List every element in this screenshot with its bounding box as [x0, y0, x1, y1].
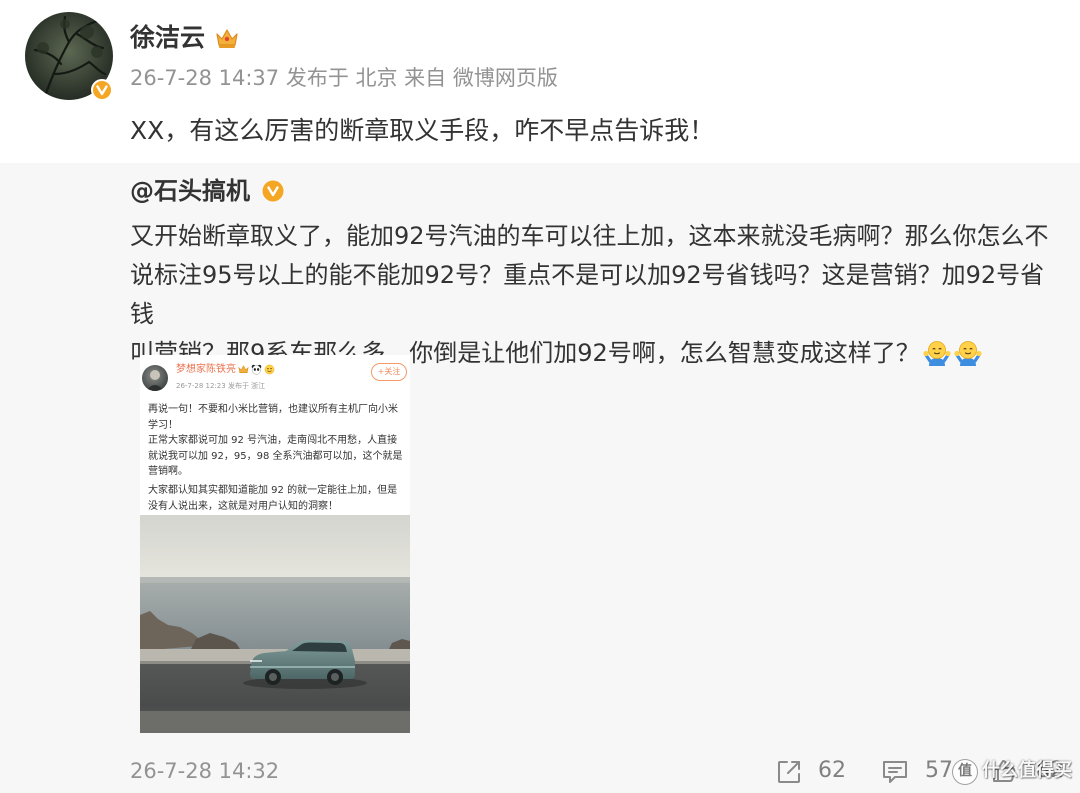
- post-author-name[interactable]: 徐洁云: [130, 22, 205, 54]
- comment-button[interactable]: [880, 758, 910, 786]
- comment-count[interactable]: 57: [925, 757, 953, 785]
- watermark-logo: 值: [952, 759, 978, 785]
- retweet-text-line: 说标注95号以上的能不能加92号？重点不是可以加92号省钱吗？这是营销？加92号…: [130, 261, 1045, 328]
- crown-icon: [214, 26, 240, 50]
- smiley-icon: [264, 364, 275, 375]
- car-photo: [140, 515, 410, 733]
- embedded-text-line: 再说一句！不要和小米比营销，也建议所有主机厂向小米: [148, 404, 398, 415]
- embedded-author-row: 梦想家陈铁亮: [176, 363, 275, 377]
- crown-icon: [238, 365, 249, 373]
- shrug-emoji-icon: [954, 341, 982, 366]
- retweet-card[interactable]: @石头搞机 又开始断章取义了，能加92号汽油的车可以往上加，这本来就没毛病啊？那…: [0, 163, 1080, 793]
- embedded-text-line: 营销啊。: [148, 466, 188, 477]
- shrug-emoji-icon: [923, 341, 951, 366]
- embedded-text-line: 就说我可以加 92，95，98 全系汽油都可以加，这个就是: [148, 450, 403, 462]
- embedded-text-line: 正常大家都说可加 92 号汽油，走南闯北不用愁，人直接: [148, 435, 398, 446]
- share-button[interactable]: [775, 758, 803, 786]
- post-meta[interactable]: 26-7-28 14:37 发布于 北京 来自 微博网页版: [130, 64, 558, 92]
- embedded-image[interactable]: 梦想家陈铁亮 26-7-28 12:23 发布于 浙江 +关注 再说一句！不要和…: [140, 355, 410, 733]
- photo-sky: [140, 515, 410, 577]
- embedded-meta: 26-7-28 12:23 发布于 浙江: [176, 382, 266, 390]
- panda-icon: [251, 364, 262, 375]
- verified-v-icon: [262, 180, 284, 202]
- verified-v-icon: [91, 79, 113, 101]
- embedded-avatar: [142, 365, 168, 391]
- embedded-text-line: 没有人说出来，这就是对用户认知的洞察！: [148, 500, 338, 512]
- embedded-author-name: 梦想家陈铁亮: [176, 364, 236, 375]
- retweet-time[interactable]: 26-7-28 14:32: [130, 757, 279, 785]
- retweet-author-name[interactable]: @石头搞机: [130, 176, 250, 206]
- share-icon: [778, 761, 800, 783]
- retweet-text: 又开始断章取义了，能加92号汽油的车可以往上加，这本来就没毛病啊？那么你怎么不 …: [130, 217, 1065, 373]
- watermark-text: 什么值得买: [982, 760, 1072, 781]
- retweet-text-line: 又开始断章取义了，能加92号汽油的车可以往上加，这本来就没毛病啊？那么你怎么不: [130, 222, 1049, 250]
- comment-icon: [883, 761, 907, 783]
- embedded-follow-button: +关注: [371, 363, 407, 381]
- embedded-text-line: 学习！: [148, 419, 178, 431]
- post-text: XX，有这么厉害的断章取义手段，咋不早点告诉我！: [130, 116, 715, 145]
- share-count[interactable]: 62: [818, 757, 846, 785]
- embedded-text-line: 大家都认知其实都知道能加 92 的就一定能往上加，但是: [148, 485, 398, 496]
- embedded-text: 再说一句！不要和小米比营销，也建议所有主机厂向小米 学习！ 正常大家都说可加 9…: [148, 402, 408, 514]
